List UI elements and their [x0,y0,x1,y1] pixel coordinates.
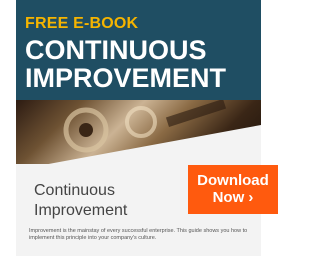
ad-heading: Continuous Improvement [34,181,127,221]
ad-hero-banner: FREE E-BOOK CONTINUOUS IMPROVEMENT [16,0,261,100]
ad-title-line-2: IMPROVEMENT [25,63,227,93]
ebook-ad[interactable]: FREE E-BOOK CONTINUOUS IMPROVEMENT Conti… [16,0,261,256]
panel-wedge [16,125,261,170]
ad-heading-line-2: Improvement [34,202,128,219]
ad-description: Improvement is the mainstay of every suc… [29,228,248,242]
ad-heading-line-1: Continuous [34,182,115,199]
ad-title: CONTINUOUS IMPROVEMENT [25,36,255,92]
ad-title-line-1: CONTINUOUS [25,35,207,65]
download-button-line-1: Download [197,172,269,189]
ad-eyebrow: FREE E-BOOK [25,15,139,32]
download-button-line-2: Now › [212,189,254,206]
download-now-button[interactable]: Download Now › [188,165,278,214]
